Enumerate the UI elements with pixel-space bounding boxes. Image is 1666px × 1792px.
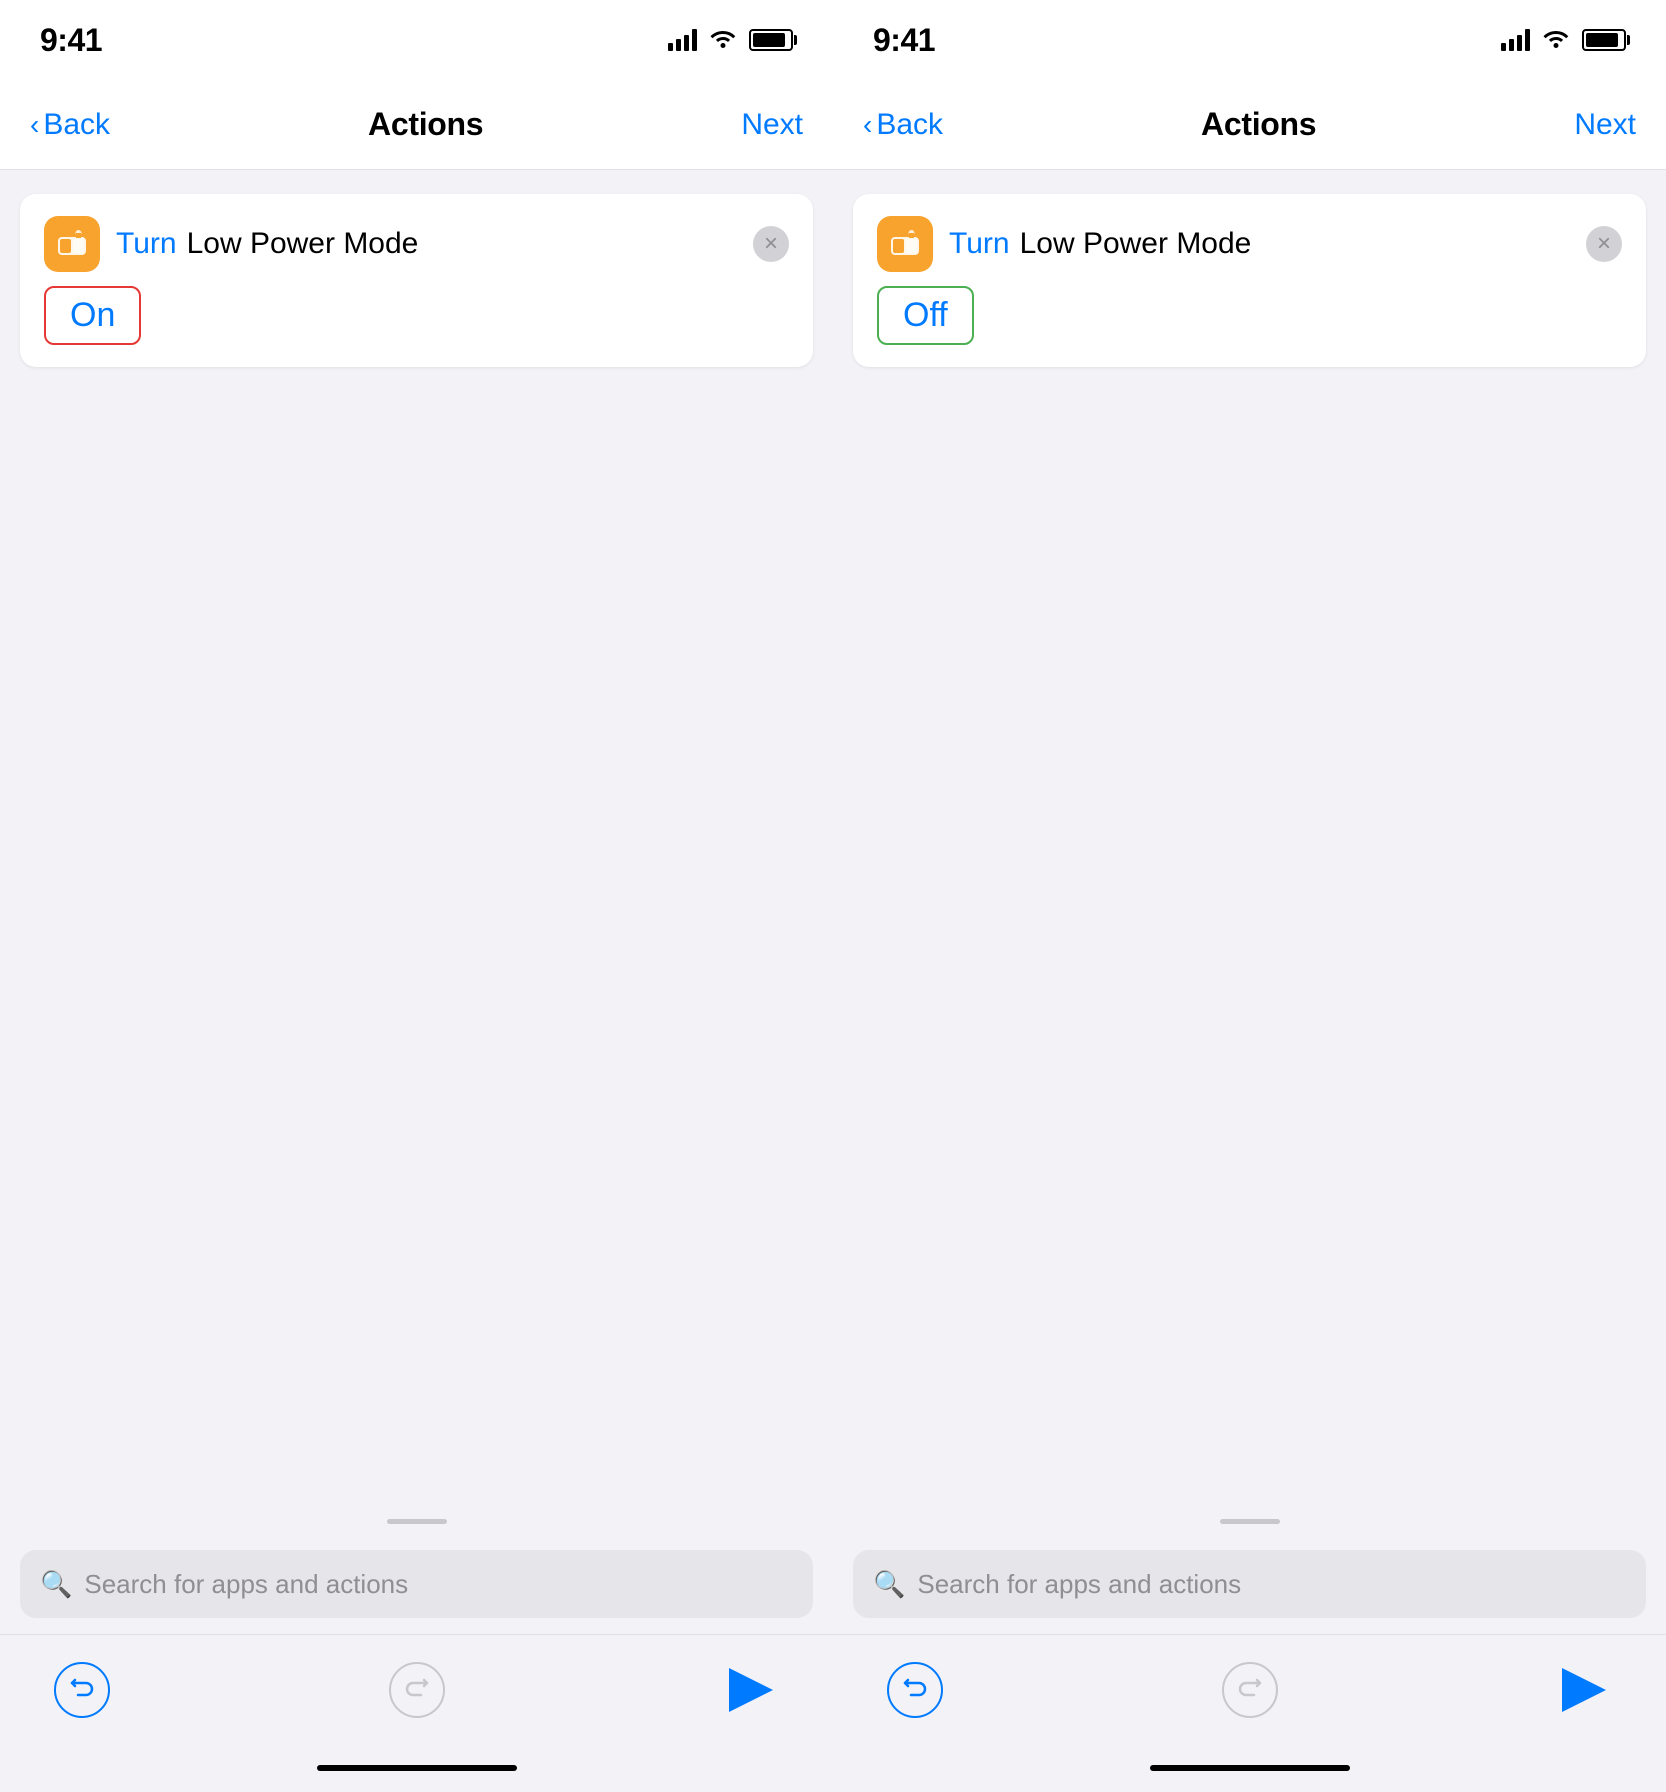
left-toggle-on[interactable]: On — [44, 286, 141, 345]
right-signal-icon — [1501, 29, 1530, 51]
right-undo-button[interactable] — [883, 1658, 947, 1722]
right-home-indicator — [833, 1744, 1666, 1792]
left-next-button[interactable]: Next — [741, 108, 803, 142]
right-status-icons — [1501, 26, 1626, 54]
right-wifi-icon — [1542, 26, 1570, 54]
left-bottom-handle-area — [0, 1484, 833, 1534]
right-toolbar — [833, 1634, 1666, 1744]
left-content-area: Turn Low Power Mode On — [0, 170, 833, 1484]
right-toggle-off[interactable]: Off — [877, 286, 974, 345]
left-turn-label: Turn — [116, 227, 177, 261]
left-toolbar — [0, 1634, 833, 1744]
left-play-icon — [729, 1668, 773, 1712]
right-nav-title: Actions — [1201, 106, 1316, 143]
right-phone-screen: 9:41 ‹ Back Actions Next — [833, 0, 1666, 1792]
right-nav-bar: ‹ Back Actions Next — [833, 80, 1666, 170]
right-search-placeholder: Search for apps and actions — [917, 1569, 1241, 1600]
right-toggle-button[interactable]: Off — [877, 286, 1622, 345]
left-phone-screen: 9:41 ‹ Back Actions Next — [0, 0, 833, 1792]
left-mode-label: Low Power Mode — [187, 227, 419, 261]
left-back-button[interactable]: ‹ Back — [30, 108, 110, 142]
left-signal-icon — [668, 29, 697, 51]
right-turn-label: Turn — [949, 227, 1010, 261]
left-action-card-header: Turn Low Power Mode — [44, 216, 789, 272]
left-search-area: 🔍 Search for apps and actions — [0, 1534, 833, 1634]
left-nav-bar: ‹ Back Actions Next — [0, 80, 833, 170]
right-search-bar[interactable]: 🔍 Search for apps and actions — [853, 1550, 1646, 1618]
right-play-button[interactable] — [1552, 1658, 1616, 1722]
right-mode-label: Low Power Mode — [1020, 227, 1252, 261]
right-next-button[interactable]: Next — [1574, 108, 1636, 142]
left-back-label: Back — [43, 108, 110, 142]
left-redo-button[interactable] — [385, 1658, 449, 1722]
left-status-time: 9:41 — [40, 22, 102, 59]
right-redo-button[interactable] — [1218, 1658, 1282, 1722]
left-action-icon — [44, 216, 100, 272]
right-action-icon — [877, 216, 933, 272]
left-search-placeholder: Search for apps and actions — [84, 1569, 408, 1600]
left-battery-icon — [749, 29, 793, 51]
left-search-bar[interactable]: 🔍 Search for apps and actions — [20, 1550, 813, 1618]
left-home-bar — [317, 1765, 517, 1771]
right-action-card: Turn Low Power Mode Off — [853, 194, 1646, 367]
right-status-time: 9:41 — [873, 22, 935, 59]
left-redo-icon — [389, 1662, 445, 1718]
left-play-button[interactable] — [719, 1658, 783, 1722]
left-search-icon: 🔍 — [40, 1569, 72, 1600]
left-action-card: Turn Low Power Mode On — [20, 194, 813, 367]
left-action-title: Turn Low Power Mode — [116, 227, 737, 261]
left-status-icons — [668, 26, 793, 54]
right-search-icon: 🔍 — [873, 1569, 905, 1600]
right-status-bar: 9:41 — [833, 0, 1666, 80]
right-back-label: Back — [876, 108, 943, 142]
right-bottom-handle — [1220, 1519, 1280, 1524]
right-dismiss-button[interactable] — [1586, 226, 1622, 262]
left-toggle-button[interactable]: On — [44, 286, 789, 345]
left-undo-button[interactable] — [50, 1658, 114, 1722]
right-action-card-header: Turn Low Power Mode — [877, 216, 1622, 272]
left-wifi-icon — [709, 26, 737, 54]
right-bottom-handle-area — [833, 1484, 1666, 1534]
left-home-indicator — [0, 1744, 833, 1792]
right-play-icon — [1562, 1668, 1606, 1712]
left-back-chevron-icon: ‹ — [30, 109, 39, 141]
right-back-chevron-icon: ‹ — [863, 109, 872, 141]
left-bottom-handle — [387, 1519, 447, 1524]
left-undo-icon — [54, 1662, 110, 1718]
right-home-bar — [1150, 1765, 1350, 1771]
left-nav-title: Actions — [368, 106, 483, 143]
right-search-area: 🔍 Search for apps and actions — [833, 1534, 1666, 1634]
right-back-button[interactable]: ‹ Back — [863, 108, 943, 142]
right-battery-icon — [1582, 29, 1626, 51]
left-dismiss-button[interactable] — [753, 226, 789, 262]
right-action-title: Turn Low Power Mode — [949, 227, 1570, 261]
left-status-bar: 9:41 — [0, 0, 833, 80]
right-undo-icon — [887, 1662, 943, 1718]
right-redo-icon — [1222, 1662, 1278, 1718]
right-content-area: Turn Low Power Mode Off — [833, 170, 1666, 1484]
